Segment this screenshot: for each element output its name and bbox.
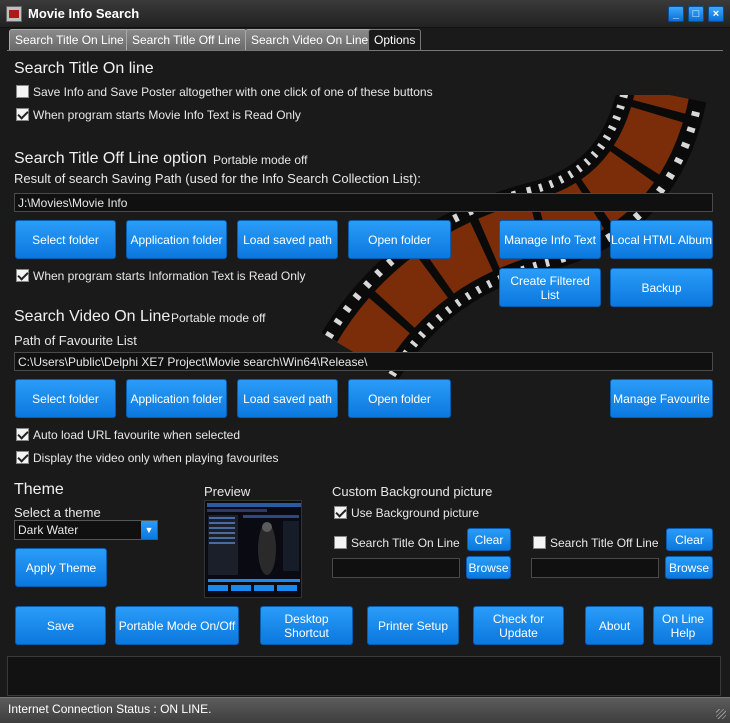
printer-setup-button[interactable]: Printer Setup xyxy=(367,606,459,645)
movie-info-readonly-checkbox[interactable] xyxy=(16,108,29,121)
info-text-readonly-label: When program starts Information Text is … xyxy=(33,269,306,283)
tab-search-title-online[interactable]: Search Title On Line xyxy=(9,29,130,50)
status-bar: Internet Connection Status : ON LINE. xyxy=(0,697,730,723)
close-button[interactable]: × xyxy=(708,6,724,22)
online-help-line2: Help xyxy=(670,625,696,640)
maximize-button[interactable]: □ xyxy=(688,6,704,22)
save-altogether-checkbox[interactable] xyxy=(16,85,29,98)
chevron-down-icon[interactable]: ▼ xyxy=(141,521,157,539)
tab-options[interactable]: Options xyxy=(368,29,422,51)
create-filtered-list-button[interactable]: Create Filtered List xyxy=(499,268,601,307)
bg-offline-path-input[interactable] xyxy=(531,558,659,578)
video-load-saved-path-button[interactable]: Load saved path xyxy=(237,379,338,418)
online-help-button[interactable]: On Line Help xyxy=(653,606,713,645)
theme-preview-image xyxy=(204,500,302,598)
bg-offline-label: Search Title Off Line xyxy=(550,536,659,550)
check-update-button[interactable]: Check for Update xyxy=(473,606,564,645)
theme-heading: Theme xyxy=(14,481,64,498)
offline-select-folder-button[interactable]: Select folder xyxy=(15,220,116,259)
video-select-folder-button[interactable]: Select folder xyxy=(15,379,116,418)
movie-info-readonly-label: When program starts Movie Info Text is R… xyxy=(33,108,301,122)
minimize-button[interactable]: _ xyxy=(668,6,684,22)
offline-path-label: Result of search Saving Path (used for t… xyxy=(14,171,421,186)
connection-status: Internet Connection Status : ON LINE. xyxy=(8,702,212,716)
manage-favourite-button[interactable]: Manage Favourite xyxy=(610,379,713,418)
video-open-folder-button[interactable]: Open folder xyxy=(348,379,451,418)
theme-select-value: Dark Water xyxy=(18,523,79,537)
video-application-folder-button[interactable]: Application folder xyxy=(126,379,227,418)
online-help-line1: On Line xyxy=(661,611,705,626)
local-html-album-button[interactable]: Local HTML Album xyxy=(610,220,713,259)
display-video-checkbox[interactable] xyxy=(16,451,29,464)
about-button[interactable]: About xyxy=(585,606,644,645)
message-panel xyxy=(7,656,721,696)
apply-theme-button[interactable]: Apply Theme xyxy=(15,548,107,587)
display-video-label: Display the video only when playing favo… xyxy=(33,451,279,465)
tab-search-title-offline[interactable]: Search Title Off Line xyxy=(126,29,247,50)
video-path-input[interactable]: C:\Users\Public\Delphi XE7 Project\Movie… xyxy=(14,352,713,371)
info-text-readonly-checkbox[interactable] xyxy=(16,269,29,282)
auto-load-url-label: Auto load URL favourite when selected xyxy=(33,428,241,442)
bg-online-clear-button[interactable]: Clear xyxy=(467,528,511,551)
bg-online-checkbox[interactable] xyxy=(334,536,347,549)
theme-select[interactable]: Dark Water ▼ xyxy=(14,520,158,540)
online-heading: Search Title On line xyxy=(14,60,154,77)
backup-button[interactable]: Backup xyxy=(610,268,713,307)
video-path-label: Path of Favourite List xyxy=(14,333,137,348)
save-altogether-label: Save Info and Save Poster altogether wit… xyxy=(33,85,433,99)
auto-load-url-checkbox[interactable] xyxy=(16,428,29,441)
use-background-checkbox[interactable] xyxy=(334,506,347,519)
app-icon xyxy=(6,6,22,22)
portable-mode-button[interactable]: Portable Mode On/Off xyxy=(115,606,239,645)
select-theme-label: Select a theme xyxy=(14,505,101,520)
video-mode-label: Portable mode off xyxy=(171,311,266,325)
resize-grip-icon[interactable] xyxy=(716,709,726,719)
bg-offline-browse-button[interactable]: Browse xyxy=(665,556,713,579)
theme-preview-thumbnail xyxy=(205,501,301,597)
use-background-label: Use Background picture xyxy=(351,506,480,520)
custom-bg-heading: Custom Background picture xyxy=(332,484,493,499)
tab-divider xyxy=(7,50,723,51)
tab-search-video-online[interactable]: Search Video On Line xyxy=(245,29,375,50)
offline-load-saved-path-button[interactable]: Load saved path xyxy=(237,220,338,259)
desktop-shortcut-button[interactable]: Desktop Shortcut xyxy=(260,606,353,645)
offline-application-folder-button[interactable]: Application folder xyxy=(126,220,227,259)
preview-label: Preview xyxy=(204,484,251,499)
offline-path-input[interactable]: J:\Movies\Movie Info xyxy=(14,193,713,212)
bg-online-browse-button[interactable]: Browse xyxy=(466,556,511,579)
offline-open-folder-button[interactable]: Open folder xyxy=(348,220,451,259)
bg-online-path-input[interactable] xyxy=(332,558,460,578)
manage-info-text-button[interactable]: Manage Info Text xyxy=(499,220,601,259)
offline-mode-label: Portable mode off xyxy=(213,153,308,167)
title-bar: Movie Info Search _ □ × xyxy=(0,0,730,28)
bg-offline-checkbox[interactable] xyxy=(533,536,546,549)
window-title: Movie Info Search xyxy=(28,6,140,21)
bg-offline-clear-button[interactable]: Clear xyxy=(666,528,713,551)
bg-online-label: Search Title On Line xyxy=(351,536,460,550)
offline-heading: Search Title Off Line option xyxy=(14,150,207,167)
save-button[interactable]: Save xyxy=(15,606,106,645)
video-heading: Search Video On Line xyxy=(14,308,171,325)
